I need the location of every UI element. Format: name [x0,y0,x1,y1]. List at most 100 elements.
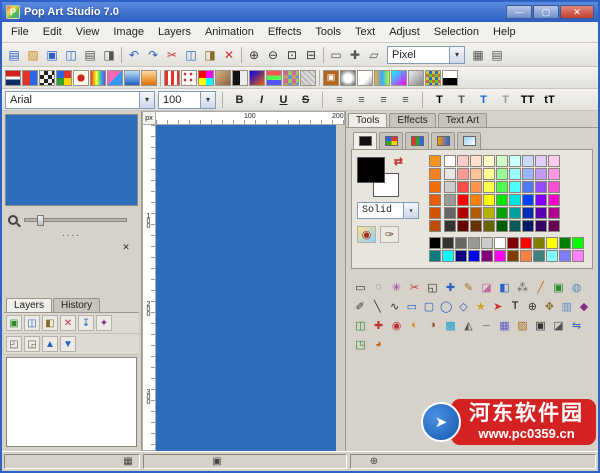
color-swatch[interactable] [483,220,495,232]
panel-grip[interactable]: .... [4,229,139,239]
color-swatch[interactable] [546,237,558,249]
close-panel-button[interactable]: ✕ [119,240,133,254]
color-swatch[interactable] [522,181,534,193]
text-style-outline[interactable]: T [473,91,494,109]
color-swatch[interactable] [483,181,495,193]
color-swatch[interactable] [429,220,441,232]
color-swatch[interactable] [509,207,521,219]
crop-tool[interactable]: ◱ [424,279,441,295]
color-swatch[interactable] [535,168,547,180]
pencil-tool[interactable]: ✎ [460,279,477,295]
tab-history[interactable]: History [53,298,101,312]
color-swatch[interactable] [442,250,454,262]
color-swatch[interactable] [496,220,508,232]
color-swatch[interactable] [481,237,493,249]
color-swatch[interactable] [483,207,495,219]
color-swatch[interactable] [535,155,547,167]
color-swatch[interactable] [509,220,521,232]
color-swatch[interactable] [496,181,508,193]
color-swatch[interactable] [507,250,519,262]
color-swatch[interactable] [520,250,532,262]
close-button[interactable]: ✕ [560,5,594,19]
foreground-color-swatch[interactable] [357,157,385,183]
effect-gradient-orange[interactable] [141,69,157,86]
color-swatch[interactable] [481,250,493,262]
burn-tool[interactable]: ◑ [424,317,441,333]
text-style-double[interactable]: TT [517,91,538,109]
color-swatch[interactable] [496,168,508,180]
fill-style-combo[interactable]: Solid ▾ [357,202,419,219]
underline-button[interactable]: U [273,91,294,109]
text-style-plain[interactable]: T [429,91,450,109]
effect-rainbow[interactable] [90,69,106,86]
curve-tool[interactable]: ∿ [386,298,402,314]
effect-invert[interactable] [442,69,458,86]
color-swatch[interactable] [522,194,534,206]
effect-stripes[interactable] [164,69,180,86]
cut-icon[interactable]: ✂ [163,46,181,64]
effect-negative[interactable] [249,69,265,86]
color-swatch[interactable] [572,237,584,249]
color-swatch[interactable] [470,220,482,232]
select-icon[interactable]: ▭ [327,46,345,64]
new-layer-icon[interactable]: ▣ [6,315,22,331]
menu-layers[interactable]: Layers [151,24,198,40]
color-swatch[interactable] [483,168,495,180]
heal-tool[interactable]: ✚ [370,317,387,333]
rectangle-tool[interactable]: ▭ [404,298,420,314]
grid-icon[interactable]: ▦ [469,46,487,64]
tab-effects[interactable]: Effects [389,113,436,127]
image-map-tool[interactable]: ◳ [352,336,369,352]
color-swatch[interactable] [546,250,558,262]
color-tab-tri[interactable] [405,132,429,149]
color-swatch[interactable] [457,220,469,232]
color-swatch[interactable] [457,168,469,180]
effect-dots[interactable] [181,69,197,86]
color-swatch[interactable] [496,207,508,219]
color-swatch[interactable] [507,237,519,249]
magic-wand-tool[interactable]: ✳ [388,279,405,295]
color-swatch[interactable] [494,250,506,262]
text-style-case[interactable]: tT [539,91,560,109]
save-icon[interactable]: ▣ [43,46,61,64]
menu-tools[interactable]: Tools [308,24,348,40]
effect-bw[interactable] [232,69,248,86]
hand-tool[interactable]: ✥ [541,298,557,314]
line-tool[interactable]: ╲ [369,298,385,314]
chevron-down-icon[interactable]: ▾ [403,203,418,218]
shadow-tool[interactable]: ◪ [550,317,567,333]
menu-text[interactable]: Text [348,24,382,40]
color-swatch[interactable] [535,181,547,193]
move-tool[interactable]: ✚ [442,279,459,295]
color-swatch[interactable] [429,168,441,180]
effect-gradient-blue[interactable] [124,69,140,86]
print-icon[interactable]: ▤ [81,46,99,64]
save-all-icon[interactable]: ◫ [62,46,80,64]
brush-tool[interactable]: ╱ [532,279,549,295]
paste-icon[interactable]: ◨ [201,46,219,64]
ellipse-tool[interactable]: ◯ [438,298,454,314]
color-swatch[interactable] [509,155,521,167]
effect-canvas[interactable] [300,69,316,86]
layer-mask-icon[interactable]: ◧ [42,315,58,331]
star-tool[interactable]: ★ [473,298,489,314]
effect-duotone[interactable] [107,69,123,86]
effect-emboss[interactable] [408,69,424,86]
color-swatch[interactable] [522,220,534,232]
color-swatch[interactable] [533,237,545,249]
minimize-button[interactable]: — [506,5,532,19]
layers-list[interactable] [6,357,137,447]
zoom-in-icon[interactable]: ⊕ [245,46,263,64]
mirror-tool[interactable]: ⇋ [568,317,585,333]
dodge-tool[interactable]: ◐ [406,317,423,333]
sharpen-tool[interactable]: ◭ [460,317,477,333]
color-swatch[interactable] [483,155,495,167]
color-swatch[interactable] [509,181,521,193]
effect-two-tone[interactable] [22,69,38,86]
rounded-rect-tool[interactable]: ▢ [421,298,437,314]
scan-icon[interactable]: ◨ [100,46,118,64]
chevron-down-icon[interactable]: ▾ [139,91,154,108]
layer-up-icon[interactable]: ▲ [42,336,58,352]
canvas-image[interactable] [156,125,336,451]
fill-tool[interactable]: ◧ [496,279,513,295]
